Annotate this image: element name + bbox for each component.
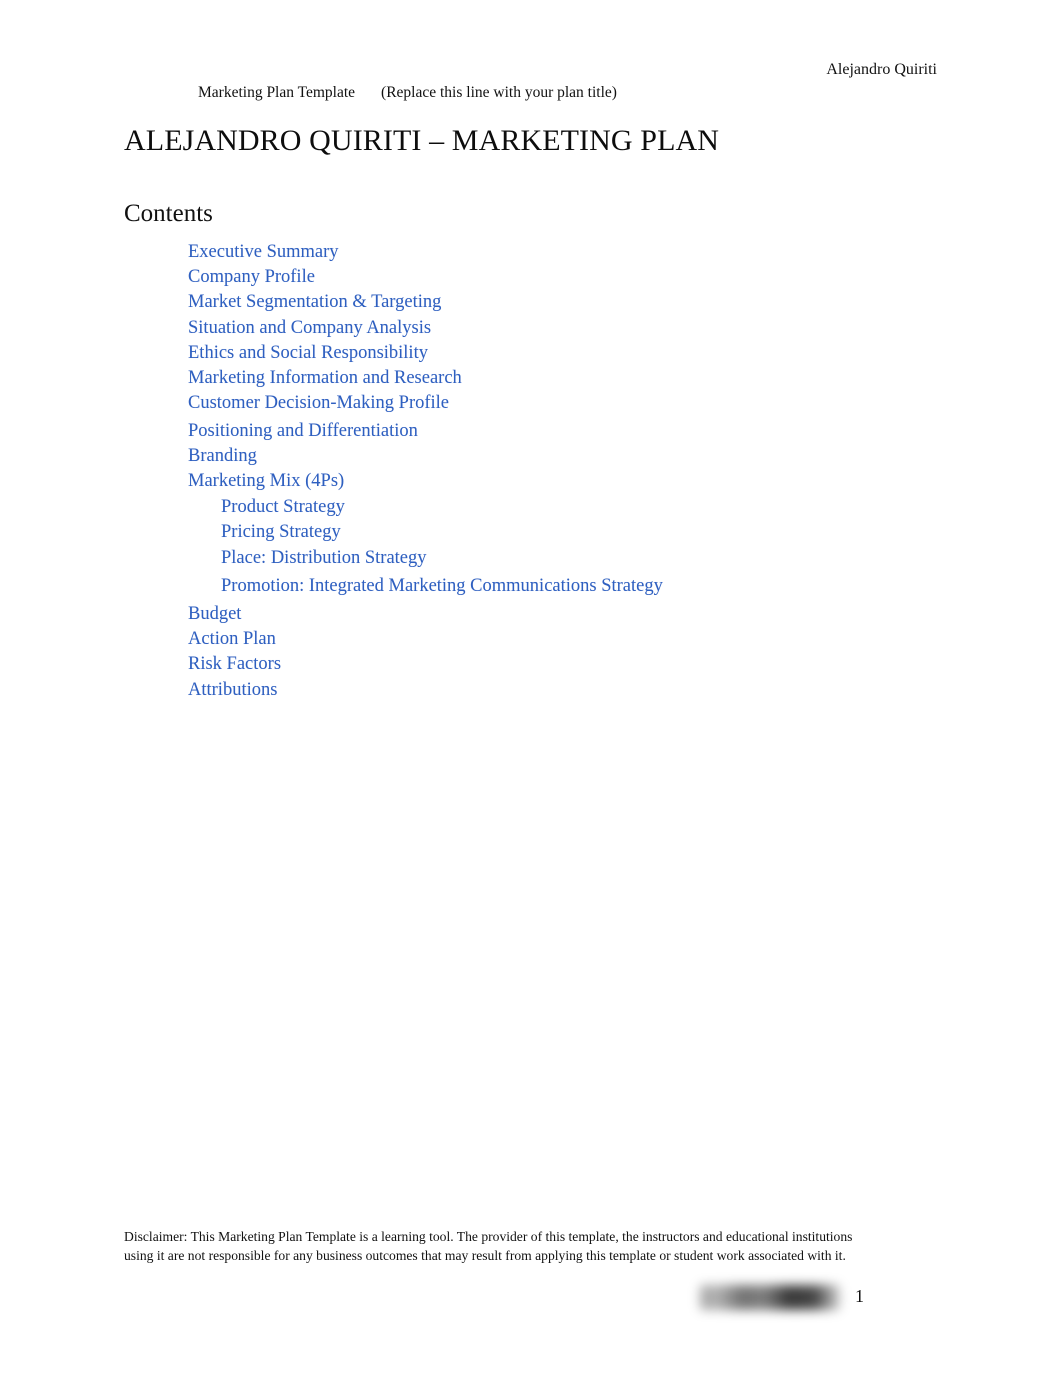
toc-item-marketing-information[interactable]: Marketing Information and Research <box>188 366 888 391</box>
toc-item-pricing-strategy[interactable]: Pricing Strategy <box>221 520 888 546</box>
toc-item-branding[interactable]: Branding <box>188 444 888 469</box>
toc-item-marketing-mix[interactable]: Marketing Mix (4Ps) <box>188 469 888 494</box>
table-of-contents: Executive Summary Company Profile Market… <box>188 240 888 703</box>
header-template-name: Marketing Plan Template <box>198 84 356 101</box>
toc-item-product-strategy[interactable]: Product Strategy <box>221 495 888 521</box>
header-template-line: Marketing Plan Template (Replace this lin… <box>198 83 617 103</box>
toc-item-customer-decision-making[interactable]: Customer Decision-Making Profile <box>188 391 888 416</box>
header-template-hint: (Replace this line with your plan title) <box>381 84 617 101</box>
redacted-text-block <box>700 1285 840 1310</box>
page-title: ALEJANDRO QUIRITI – MARKETING PLAN <box>124 124 720 157</box>
toc-item-positioning-differentiation[interactable]: Positioning and Differentiation <box>188 419 888 444</box>
footer-row: 1 <box>124 1283 876 1317</box>
toc-item-budget[interactable]: Budget <box>188 602 888 627</box>
page-number: 1 <box>855 1286 864 1306</box>
toc-item-attributions[interactable]: Attributions <box>188 678 888 703</box>
contents-heading: Contents <box>124 200 213 227</box>
toc-item-promotion-imc-strategy[interactable]: Promotion: Integrated Marketing Communic… <box>221 574 888 600</box>
header-author-name: Alejandro Quiriti <box>826 61 937 78</box>
toc-item-market-segmentation[interactable]: Market Segmentation & Targeting <box>188 290 888 315</box>
footer-disclaimer: Disclaimer: This Marketing Plan Template… <box>124 1229 853 1263</box>
toc-item-company-profile[interactable]: Company Profile <box>188 265 888 290</box>
toc-item-risk-factors[interactable]: Risk Factors <box>188 652 888 677</box>
toc-item-situation-analysis[interactable]: Situation and Company Analysis <box>188 316 888 341</box>
toc-item-place-distribution-strategy[interactable]: Place: Distribution Strategy <box>221 546 888 572</box>
toc-item-executive-summary[interactable]: Executive Summary <box>188 240 888 265</box>
toc-item-ethics-social-responsibility[interactable]: Ethics and Social Responsibility <box>188 341 888 366</box>
toc-item-action-plan[interactable]: Action Plan <box>188 627 888 652</box>
